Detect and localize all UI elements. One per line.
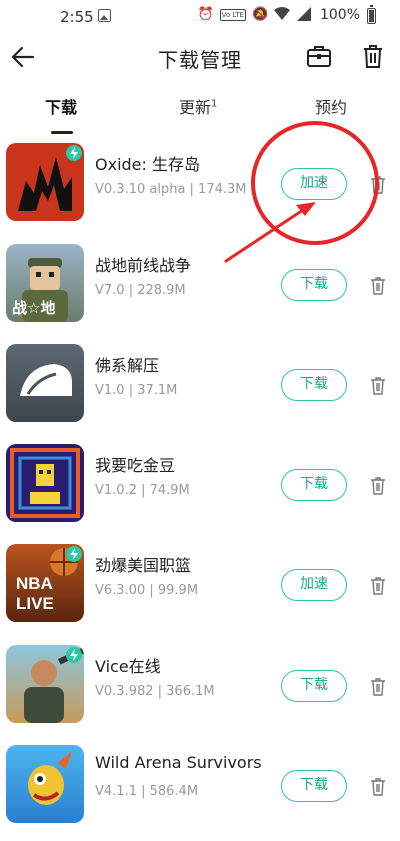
app-name: Vice在线 [95, 657, 161, 676]
battery-icon [367, 5, 376, 24]
update-count-badge: 1 [211, 98, 218, 110]
trash-icon[interactable] [369, 476, 387, 496]
accelerate-badge-icon [66, 145, 82, 161]
tab-update[interactable]: 更新1 [179, 94, 217, 118]
app-name: 我要吃金豆 [95, 456, 176, 475]
status-bar: 2:55 ⏰ Vo LTE 🔕 100% [0, 0, 400, 34]
alarm-icon: ⏰ [197, 7, 214, 22]
status-icons: ⏰ Vo LTE 🔕 100% [198, 7, 360, 23]
app-icon-buddha[interactable] [6, 344, 84, 422]
battery-percent: 100% [319, 7, 360, 23]
active-tab-indicator [51, 131, 73, 134]
app-icon-label: NBA [16, 574, 53, 593]
app-meta: V1.0.2 | 74.9M [95, 483, 190, 498]
app-icon-label: LIVE [16, 594, 54, 613]
trash-icon[interactable] [369, 175, 387, 195]
app-name: 佛系解压 [95, 356, 160, 375]
accelerate-button[interactable]: 加速 [281, 168, 347, 200]
app-name: 战地前线战争 [95, 256, 192, 275]
accelerate-badge-icon [66, 647, 82, 663]
page-title: 下载管理 [158, 48, 242, 72]
app-meta: V1.0 | 37.1M [95, 383, 178, 398]
tab-update-label: 更新 [179, 98, 212, 117]
list-item: NBA LIVE 劲爆美国职篮 V6.3.00 | 99.9M 加速 [0, 544, 400, 640]
signal-icon [296, 7, 312, 23]
trash-icon[interactable] [369, 677, 387, 697]
creature-icon [28, 751, 72, 805]
accelerate-button[interactable]: 加速 [281, 569, 347, 601]
app-icon-vice-online[interactable] [6, 645, 84, 723]
app-icon-battlefront[interactable]: 战☆地 [6, 244, 84, 322]
list-item: Wild Arena Survivors V4.1.1 | 586.4M 下载 [0, 745, 400, 841]
tab-bar: 下载 更新1 预约 [0, 86, 400, 134]
list-item: 佛系解压 V1.0 | 37.1M 下载 [0, 344, 400, 440]
tab-reserve[interactable]: 预约 [315, 94, 347, 118]
tab-download[interactable]: 下载 [45, 94, 77, 118]
app-name: 劲爆美国职篮 [95, 556, 192, 575]
app-meta: V4.1.1 | 586.4M [95, 784, 199, 799]
app-icon-wild-arena[interactable] [6, 745, 84, 823]
download-button[interactable]: 下载 [281, 770, 347, 802]
app-icon-nba-live[interactable]: NBA LIVE [6, 544, 84, 622]
app-meta: V0.3.10 alpha | 174.3M [95, 182, 247, 197]
trash-icon [364, 45, 382, 68]
wifi-icon [273, 7, 290, 23]
delete-all-button[interactable] [359, 42, 387, 70]
app-icon-label: 战☆地 [12, 299, 56, 317]
trash-icon[interactable] [369, 376, 387, 396]
list-item: 战☆地 战地前线战争 V7.0 | 228.9M 下载 [0, 244, 400, 340]
app-meta: V6.3.00 | 99.9M [95, 583, 199, 598]
list-item: Vice在线 V0.3.982 | 366.1M 下载 [0, 645, 400, 741]
photo-notification-icon [98, 9, 111, 22]
trash-icon[interactable] [369, 576, 387, 596]
status-time: 2:55 [60, 8, 94, 26]
app-meta: V0.3.982 | 366.1M [95, 684, 215, 699]
mute-icon: 🔕 [251, 7, 269, 22]
list-item: 我要吃金豆 V1.0.2 | 74.9M 下载 [0, 444, 400, 540]
download-button[interactable]: 下载 [281, 469, 347, 501]
list-item: Oxide: 生存岛 V0.3.10 alpha | 174.3M 加速 [0, 143, 400, 239]
app-icon-oxide[interactable] [6, 143, 84, 221]
toolbox-button[interactable] [305, 42, 333, 70]
briefcase-icon [307, 46, 331, 67]
volte-icon: Vo LTE [219, 9, 246, 21]
app-icon-gold-beans[interactable] [6, 444, 84, 522]
pixel-maze-icon [10, 448, 80, 518]
app-name: Wild Arena Survivors [95, 753, 262, 772]
download-button[interactable]: 下载 [281, 670, 347, 702]
leaf-icon [20, 364, 72, 396]
accelerate-badge-icon [66, 546, 82, 562]
tab-reserve-label: 预约 [315, 98, 348, 117]
tab-download-label: 下载 [45, 98, 78, 117]
download-button[interactable]: 下载 [281, 269, 347, 301]
download-button[interactable]: 下载 [281, 369, 347, 401]
app-name: Oxide: 生存岛 [95, 155, 200, 174]
header: 下载管理 [0, 34, 400, 80]
trash-icon[interactable] [369, 276, 387, 296]
app-meta: V7.0 | 228.9M [95, 283, 186, 298]
trash-icon[interactable] [369, 777, 387, 797]
